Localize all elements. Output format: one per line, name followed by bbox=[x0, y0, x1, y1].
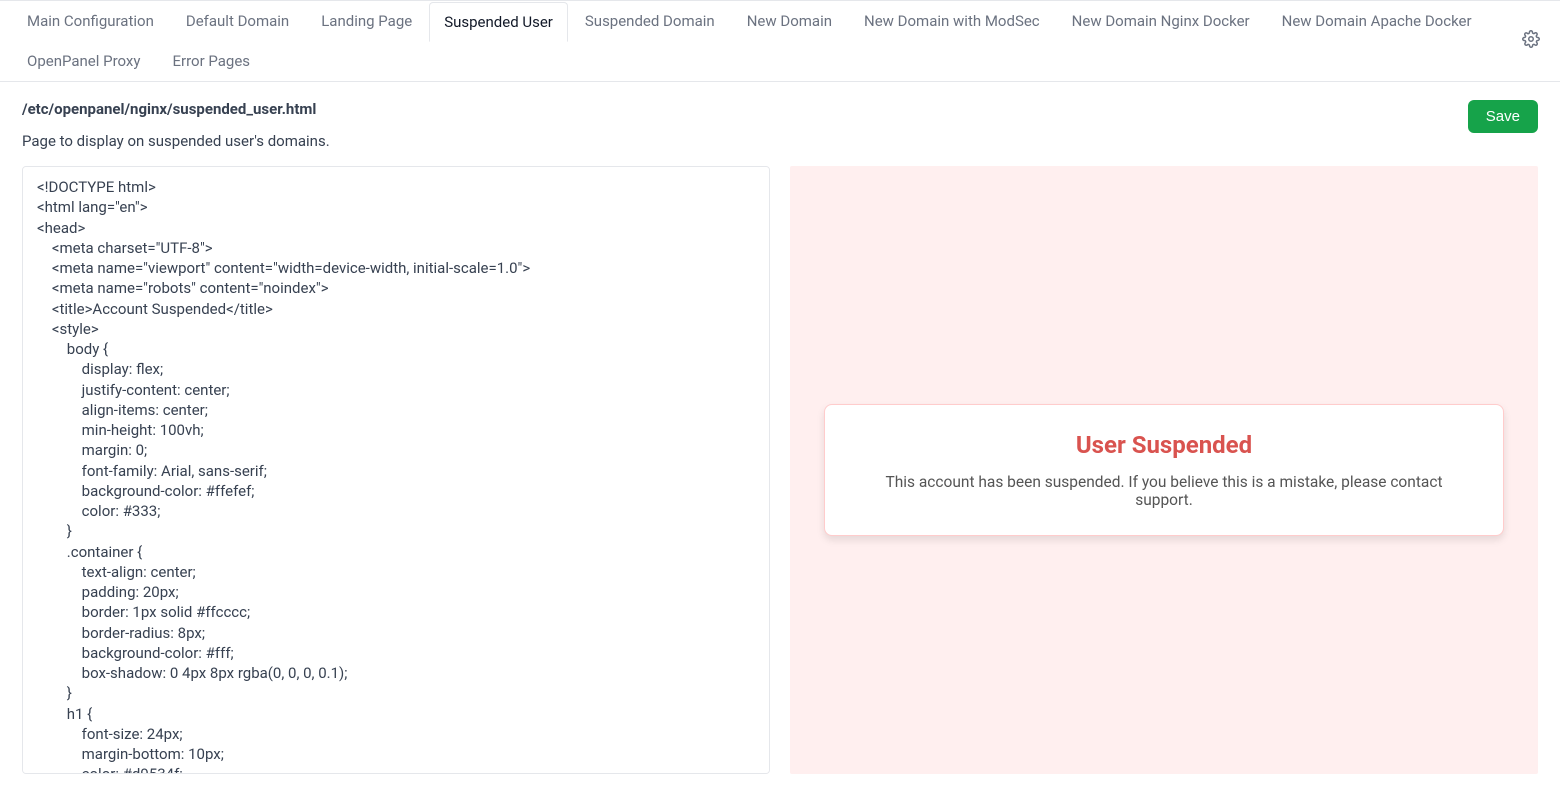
tab-new-domain-apache-docker[interactable]: New Domain Apache Docker bbox=[1267, 1, 1487, 41]
tab-new-domain[interactable]: New Domain bbox=[732, 1, 847, 41]
gear-icon[interactable] bbox=[1522, 30, 1540, 52]
preview-card: User Suspended This account has been sus… bbox=[824, 404, 1504, 536]
tab-new-domain-with-modsec[interactable]: New Domain with ModSec bbox=[849, 1, 1055, 41]
preview-title: User Suspended bbox=[855, 431, 1473, 459]
html-editor[interactable] bbox=[22, 166, 770, 774]
tab-default-domain[interactable]: Default Domain bbox=[171, 1, 304, 41]
preview-pane: User Suspended This account has been sus… bbox=[790, 166, 1538, 774]
preview-message: This account has been suspended. If you … bbox=[855, 473, 1473, 509]
tab-error-pages[interactable]: Error Pages bbox=[157, 41, 265, 81]
tab-landing-page[interactable]: Landing Page bbox=[306, 1, 427, 41]
tab-suspended-user[interactable]: Suspended User bbox=[429, 2, 568, 42]
tabs-bar: Main ConfigurationDefault DomainLanding … bbox=[12, 1, 1548, 81]
save-button[interactable]: Save bbox=[1468, 100, 1538, 133]
file-path: /etc/openpanel/nginx/suspended_user.html bbox=[22, 100, 330, 118]
page-description: Page to display on suspended user's doma… bbox=[22, 132, 330, 150]
tab-openpanel-proxy[interactable]: OpenPanel Proxy bbox=[12, 41, 155, 81]
tab-new-domain-nginx-docker[interactable]: New Domain Nginx Docker bbox=[1057, 1, 1265, 41]
tab-main-configuration[interactable]: Main Configuration bbox=[12, 1, 169, 41]
tab-suspended-domain[interactable]: Suspended Domain bbox=[570, 1, 730, 41]
